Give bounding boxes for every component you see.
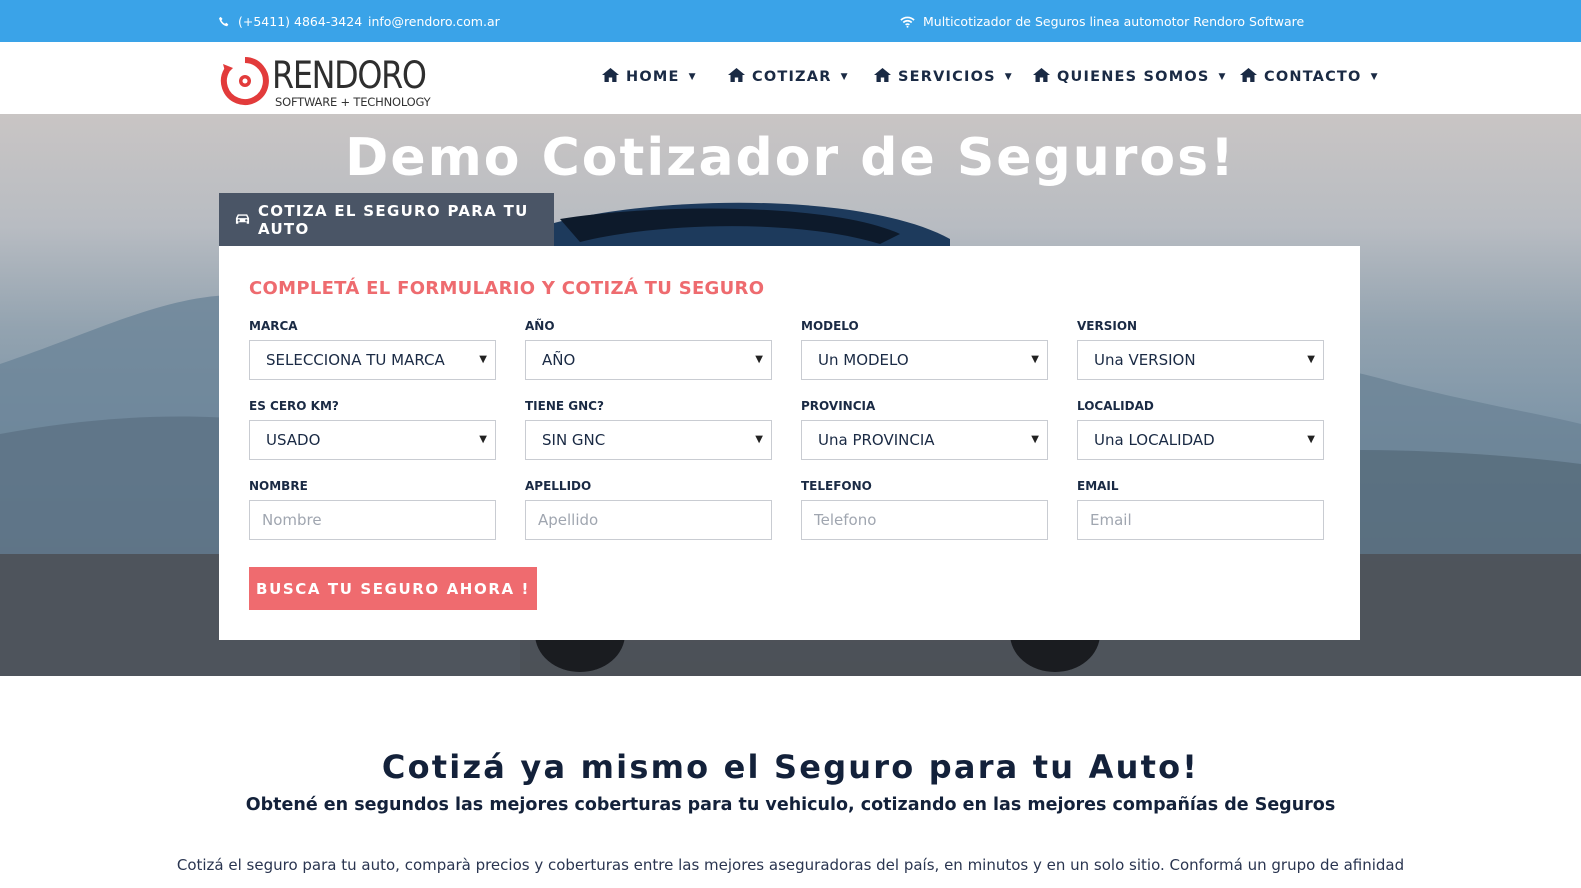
select-value: Una VERSION [1094, 351, 1196, 369]
field-label: AÑO [525, 319, 555, 333]
home-icon [874, 68, 891, 86]
chevron-down-icon: ▼ [1031, 434, 1039, 445]
home-icon [1033, 68, 1050, 86]
chevron-down-icon: ▼ [1307, 434, 1315, 445]
tagline-text: Multicotizador de Seguros linea automoto… [923, 14, 1305, 29]
field-modelo: MODELO Un MODELO ▼ [801, 319, 1048, 380]
cero-km-select[interactable]: USADO ▼ [249, 420, 496, 460]
field-label: MODELO [801, 319, 859, 333]
field-localidad: LOCALIDAD Una LOCALIDAD ▼ [1077, 399, 1324, 460]
field-label: ES CERO KM? [249, 399, 339, 413]
field-cero-km: ES CERO KM? USADO ▼ [249, 399, 496, 460]
logo-mark-icon [220, 57, 269, 105]
field-telefono: TELEFONO [801, 479, 1048, 540]
field-label: TIENE GNC? [525, 399, 604, 413]
field-nombre: NOMBRE [249, 479, 496, 540]
nav-cotizar[interactable]: COTIZAR ▼ [728, 68, 849, 86]
phone-contact[interactable]: (+5411) 4864-3424 [218, 14, 362, 29]
topbar-tagline: Multicotizador de Seguros linea automoto… [900, 14, 1304, 29]
home-icon [602, 68, 619, 86]
chevron-down-icon: ▼ [688, 72, 697, 82]
version-select[interactable]: Una VERSION ▼ [1077, 340, 1324, 380]
field-apellido: APELLIDO [525, 479, 772, 540]
chevron-down-icon: ▼ [1307, 354, 1315, 365]
nav-contacto[interactable]: CONTACTO ▼ [1240, 68, 1379, 86]
gnc-select[interactable]: SIN GNC ▼ [525, 420, 772, 460]
intro-paragraph: Cotizá el seguro para tu auto, comparà p… [176, 856, 1405, 874]
site-header: RENDORO SOFTWARE + TECHNOLOGY HOME ▼ COT… [0, 42, 1581, 114]
apellido-input[interactable] [525, 500, 772, 540]
select-value: SELECCIONA TU MARCA [266, 351, 445, 369]
nav-servicios[interactable]: SERVICIOS ▼ [874, 68, 1013, 86]
field-version: VERSION Una VERSION ▼ [1077, 319, 1324, 380]
email-input[interactable] [1077, 500, 1324, 540]
field-anio: AÑO AÑO ▼ [525, 319, 772, 380]
select-value: Una LOCALIDAD [1094, 431, 1215, 449]
field-label: APELLIDO [525, 479, 592, 493]
localidad-select[interactable]: Una LOCALIDAD ▼ [1077, 420, 1324, 460]
field-label: TELEFONO [801, 479, 872, 493]
nav-home[interactable]: HOME ▼ [602, 68, 697, 86]
chevron-down-icon: ▼ [1218, 72, 1227, 82]
select-value: Un MODELO [818, 351, 909, 369]
anio-select[interactable]: AÑO ▼ [525, 340, 772, 380]
email-link[interactable]: info@rendoro.com.ar [368, 14, 500, 29]
select-value: USADO [266, 431, 321, 449]
chevron-down-icon: ▼ [755, 434, 763, 445]
form-title: COMPLETÁ EL FORMULARIO Y COTIZÁ TU SEGUR… [249, 278, 765, 299]
phone-icon [218, 16, 230, 28]
field-label: LOCALIDAD [1077, 399, 1154, 413]
field-label: NOMBRE [249, 479, 308, 493]
nav-quienes-somos[interactable]: QUIENES SOMOS ▼ [1033, 68, 1227, 86]
field-label: EMAIL [1077, 479, 1119, 493]
telefono-input[interactable] [801, 500, 1048, 540]
chevron-down-icon: ▼ [479, 434, 487, 445]
wifi-icon [900, 16, 915, 28]
tab-cotiza-auto[interactable]: COTIZA EL SEGURO PARA TU AUTO [219, 193, 554, 246]
nav-home-label: HOME [626, 69, 680, 85]
nav-quienes-somos-label: QUIENES SOMOS [1057, 69, 1210, 85]
phone-number: (+5411) 4864-3424 [238, 14, 363, 29]
field-marca: MARCA SELECCIONA TU MARCA ▼ [249, 319, 496, 380]
logo-wordmark: RENDORO [272, 54, 427, 97]
chevron-down-icon: ▼ [1031, 354, 1039, 365]
select-value: Una PROVINCIA [818, 431, 935, 449]
quote-form-panel: COMPLETÁ EL FORMULARIO Y COTIZÁ TU SEGUR… [219, 246, 1360, 640]
intro-subheading: Obtené en segundos las mejores cobertura… [245, 795, 1336, 815]
logo-subtitle: SOFTWARE + TECHNOLOGY [275, 95, 431, 109]
provincia-select[interactable]: Una PROVINCIA ▼ [801, 420, 1048, 460]
tab-label: COTIZA EL SEGURO PARA TU AUTO [258, 201, 529, 238]
chevron-down-icon: ▼ [479, 354, 487, 365]
nav-contacto-label: CONTACTO [1264, 69, 1362, 85]
nav-cotizar-label: COTIZAR [752, 69, 832, 85]
logo[interactable]: RENDORO SOFTWARE + TECHNOLOGY [220, 54, 435, 110]
marca-select[interactable]: SELECCIONA TU MARCA ▼ [249, 340, 496, 380]
chevron-down-icon: ▼ [755, 354, 763, 365]
submit-button[interactable]: BUSCA TU SEGURO AHORA ! [249, 567, 537, 610]
intro-heading: Cotizá ya mismo el Seguro para tu Auto! [381, 748, 1200, 786]
nav-servicios-label: SERVICIOS [898, 69, 996, 85]
chevron-down-icon: ▼ [1004, 72, 1013, 82]
hero-title: Demo Cotizador de Seguros! [345, 128, 1236, 188]
nombre-input[interactable] [249, 500, 496, 540]
select-value: SIN GNC [542, 431, 606, 449]
field-provincia: PROVINCIA Una PROVINCIA ▼ [801, 399, 1048, 460]
chevron-down-icon: ▼ [840, 72, 849, 82]
home-icon [1240, 68, 1257, 86]
field-gnc: TIENE GNC? SIN GNC ▼ [525, 399, 772, 460]
field-label: PROVINCIA [801, 399, 876, 413]
field-label: MARCA [249, 319, 298, 333]
modelo-select[interactable]: Un MODELO ▼ [801, 340, 1048, 380]
home-icon [728, 68, 745, 86]
chevron-down-icon: ▼ [1370, 72, 1379, 82]
top-bar: (+5411) 4864-3424 info@rendoro.com.ar Mu… [0, 0, 1581, 42]
field-email: EMAIL [1077, 479, 1324, 540]
select-value: AÑO [542, 351, 576, 369]
field-label: VERSION [1077, 319, 1138, 333]
car-icon [235, 211, 250, 229]
